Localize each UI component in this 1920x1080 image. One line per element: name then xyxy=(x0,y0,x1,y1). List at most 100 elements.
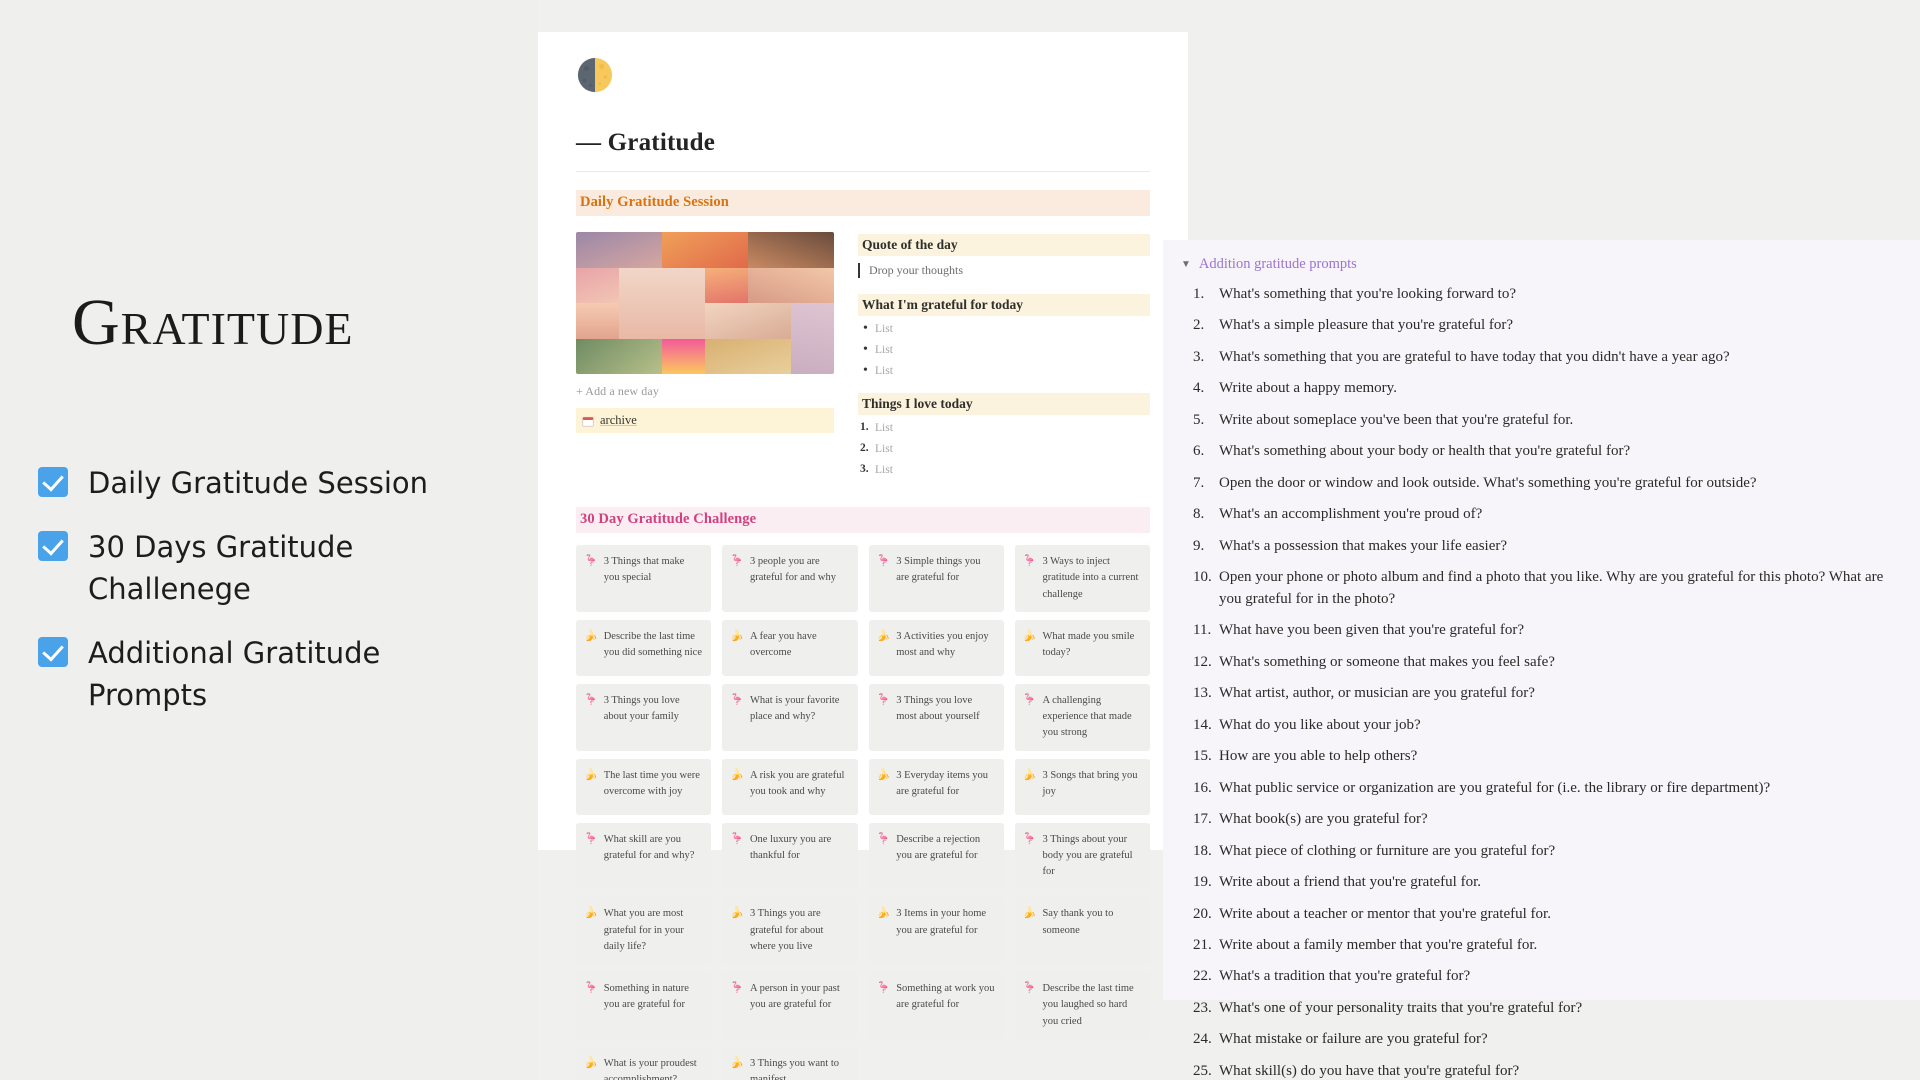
flamingo-icon: 🦩 xyxy=(584,832,598,845)
challenge-card[interactable]: 🦩 What skill are you grateful for and why… xyxy=(576,822,712,890)
feature-checklist: Daily Gratitude Session 30 Days Gratitud… xyxy=(38,462,508,738)
prompt-item: Write about a family member that you're … xyxy=(1193,935,1538,957)
checkbox-checked-icon[interactable] xyxy=(38,467,68,497)
flamingo-icon: 🦩 xyxy=(584,693,598,706)
challenge-card[interactable]: 🦩 One luxury you are thankful for xyxy=(722,822,858,890)
prompt-item: What's an accomplishment you're proud of… xyxy=(1193,504,1483,526)
challenge-card-label: 3 Items in your home you are grateful fo… xyxy=(896,908,987,936)
challenge-card[interactable]: 🦩 3 Ways to inject gratitude into a curre… xyxy=(1014,545,1150,612)
challenge-card[interactable]: 🦩 What is your favorite place and why? xyxy=(722,683,858,751)
list-item[interactable]: List xyxy=(858,442,1150,455)
banana-icon: 🍌 xyxy=(1022,768,1037,781)
quote-input[interactable]: Drop your thoughts xyxy=(858,263,1150,278)
challenge-card[interactable]: 🦩 Describe a rejection you are grateful f… xyxy=(868,822,1004,890)
challenge-card[interactable]: 🍌 3 Items in your home you are grateful f… xyxy=(868,897,1004,965)
challenge-card-label: 3 Things you want to manifest xyxy=(749,1057,840,1080)
banana-icon: 🍌 xyxy=(584,629,598,642)
prompt-item: Open the door or window and look outside… xyxy=(1193,473,1757,495)
challenge-card-label: 3 Things about your body you are gratefu… xyxy=(1042,833,1133,878)
prompt-item: Write about a happy memory. xyxy=(1193,378,1397,400)
challenge-card[interactable]: 🍌 3 Things you want to manifest xyxy=(722,1046,858,1080)
challenge-card-label: Something at work you are grateful for xyxy=(896,983,995,1011)
list-item[interactable]: 30 Days Gratitude Challenege xyxy=(38,526,508,610)
flamingo-icon: 🦩 xyxy=(1022,693,1037,706)
daily-session-left: + Add a new day archive xyxy=(576,232,834,485)
flamingo-icon: 🦩 xyxy=(730,982,744,995)
challenge-card[interactable]: 🍌 A risk you are grateful you took and wh… xyxy=(722,758,858,815)
prompt-item: What's something or someone that makes y… xyxy=(1193,652,1555,674)
banana-icon: 🍌 xyxy=(584,907,598,920)
challenge-card-label: A challenging experience that made you s… xyxy=(1042,694,1132,739)
challenge-card[interactable]: 🍌 3 Everyday items you are grateful for xyxy=(868,758,1004,815)
flamingo-icon: 🦩 xyxy=(730,832,744,845)
challenge-card-label: 3 Activities you enjoy most and why xyxy=(896,630,989,659)
prompt-item: Write about a friend that you're gratefu… xyxy=(1193,872,1481,894)
challenge-card[interactable]: 🦩 Something at work you are grateful for xyxy=(868,972,1004,1039)
challenge-card[interactable]: 🍌 3 Activities you enjoy most and why xyxy=(868,619,1004,676)
document-page: — Gratitude Daily Gratitude Session + Ad… xyxy=(538,32,1188,1080)
challenge-card[interactable]: 🦩 3 people you are grateful for and why xyxy=(722,545,858,612)
challenge-card[interactable]: 🦩 Describe the last time you laughed so h… xyxy=(1014,972,1150,1039)
challenge-card[interactable]: 🍌 What is your proudest accomplishment? xyxy=(576,1046,712,1080)
challenge-card-label: Describe the last time you did something… xyxy=(603,630,702,659)
banana-icon: 🍌 xyxy=(730,629,744,642)
prompts-numbered-list: What's something that you're looking for… xyxy=(1177,284,1902,1080)
banana-icon: 🍌 xyxy=(1022,907,1037,920)
challenge-card[interactable]: 🍌 3 Songs that bring you joy xyxy=(1014,758,1150,815)
things-i-love-header: Things I love today xyxy=(858,393,1150,415)
list-item[interactable]: List xyxy=(858,321,1150,337)
banana-icon: 🍌 xyxy=(1022,629,1037,642)
challenge-card[interactable]: 🦩 3 Simple things you are grateful for xyxy=(868,545,1004,612)
challenge-card[interactable]: 🍌 What made you smile today? xyxy=(1014,619,1150,676)
list-item[interactable]: List xyxy=(858,463,1150,476)
challenge-card-label: 3 Things you are grateful for about wher… xyxy=(749,908,824,952)
list-item[interactable]: Daily Gratitude Session xyxy=(38,462,508,504)
list-item[interactable]: List xyxy=(858,421,1150,434)
list-item[interactable]: Additional Gratitude Prompts xyxy=(38,632,508,716)
list-item[interactable]: List xyxy=(858,363,1150,379)
list-item[interactable]: List xyxy=(858,342,1150,358)
banana-icon: 🍌 xyxy=(730,907,744,920)
archive-link[interactable]: archive xyxy=(576,408,834,433)
challenge-card-grid: 🦩 3 Things that make you special 🦩 3 people… xyxy=(576,545,1150,1080)
banana-icon: 🍌 xyxy=(876,629,891,642)
challenge-card-label: Say thank you to someone xyxy=(1042,908,1114,936)
challenge-card[interactable]: 🍌 A fear you have overcome xyxy=(722,619,858,676)
challenge-card[interactable]: 🦩 3 Things about your body you are gratef… xyxy=(1014,822,1150,890)
challenge-card-label: What made you smile today? xyxy=(1042,630,1135,659)
checkbox-checked-icon[interactable] xyxy=(38,531,68,562)
challenge-card[interactable]: 🦩 A person in your past you are grateful … xyxy=(722,972,858,1039)
checkbox-checked-icon[interactable] xyxy=(38,637,68,668)
prompt-item: What's something that you are grateful t… xyxy=(1193,347,1730,369)
flamingo-icon: 🦩 xyxy=(584,982,598,995)
challenge-card[interactable]: 🍌 Say thank you to someone xyxy=(1014,897,1150,965)
flamingo-icon: 🦩 xyxy=(1022,982,1037,995)
prompt-item: Open your phone or photo album and find … xyxy=(1193,567,1884,607)
document-title: — Gratitude xyxy=(576,129,715,156)
challenge-card[interactable]: 🍌 What you are most grateful for in your … xyxy=(576,897,712,965)
add-new-day-button[interactable]: + Add a new day xyxy=(576,384,834,399)
challenge-card[interactable]: 🦩 3 Things you love most about yourself xyxy=(868,683,1004,751)
challenge-card-label: One luxury you are thankful for xyxy=(749,833,832,861)
challenge-card[interactable]: 🦩 Something in nature you are grateful fo… xyxy=(576,972,712,1039)
challenge-card[interactable]: 🦩 3 Things that make you special xyxy=(576,545,712,612)
challenge-card-label: 3 Songs that bring you joy xyxy=(1042,769,1138,797)
moon-icon xyxy=(577,57,613,93)
challenge-card[interactable]: 🍌 Describe the last time you did somethin… xyxy=(576,619,712,676)
challenge-card[interactable]: 🍌 The last time you were overcome with jo… xyxy=(576,758,712,815)
flamingo-icon: 🦩 xyxy=(876,693,891,706)
challenge-card-label: 3 Simple things you are grateful for xyxy=(896,556,981,584)
things-i-love-list: List List List xyxy=(858,421,1150,476)
calendar-icon xyxy=(582,416,594,427)
prompt-item: What do you like about your job? xyxy=(1193,715,1421,737)
challenge-card-label: What is your favorite place and why? xyxy=(749,694,840,723)
challenge-card[interactable]: 🦩 3 Things you love about your family xyxy=(576,683,712,751)
challenge-card[interactable]: 🦩 A challenging experience that made you … xyxy=(1014,683,1150,751)
prompts-toggle-header[interactable]: ▼ Addition gratitude prompts xyxy=(1177,256,1902,273)
mood-board-image[interactable] xyxy=(576,232,834,374)
prompt-item: What skill(s) do you have that you're gr… xyxy=(1193,1061,1520,1080)
flamingo-icon: 🦩 xyxy=(876,832,891,845)
challenge-card[interactable]: 🍌 3 Things you are grateful for about whe… xyxy=(722,897,858,965)
challenge-card-empty xyxy=(869,1047,1004,1080)
additional-prompts-panel: ▼ Addition gratitude prompts What's some… xyxy=(1163,240,1920,1080)
